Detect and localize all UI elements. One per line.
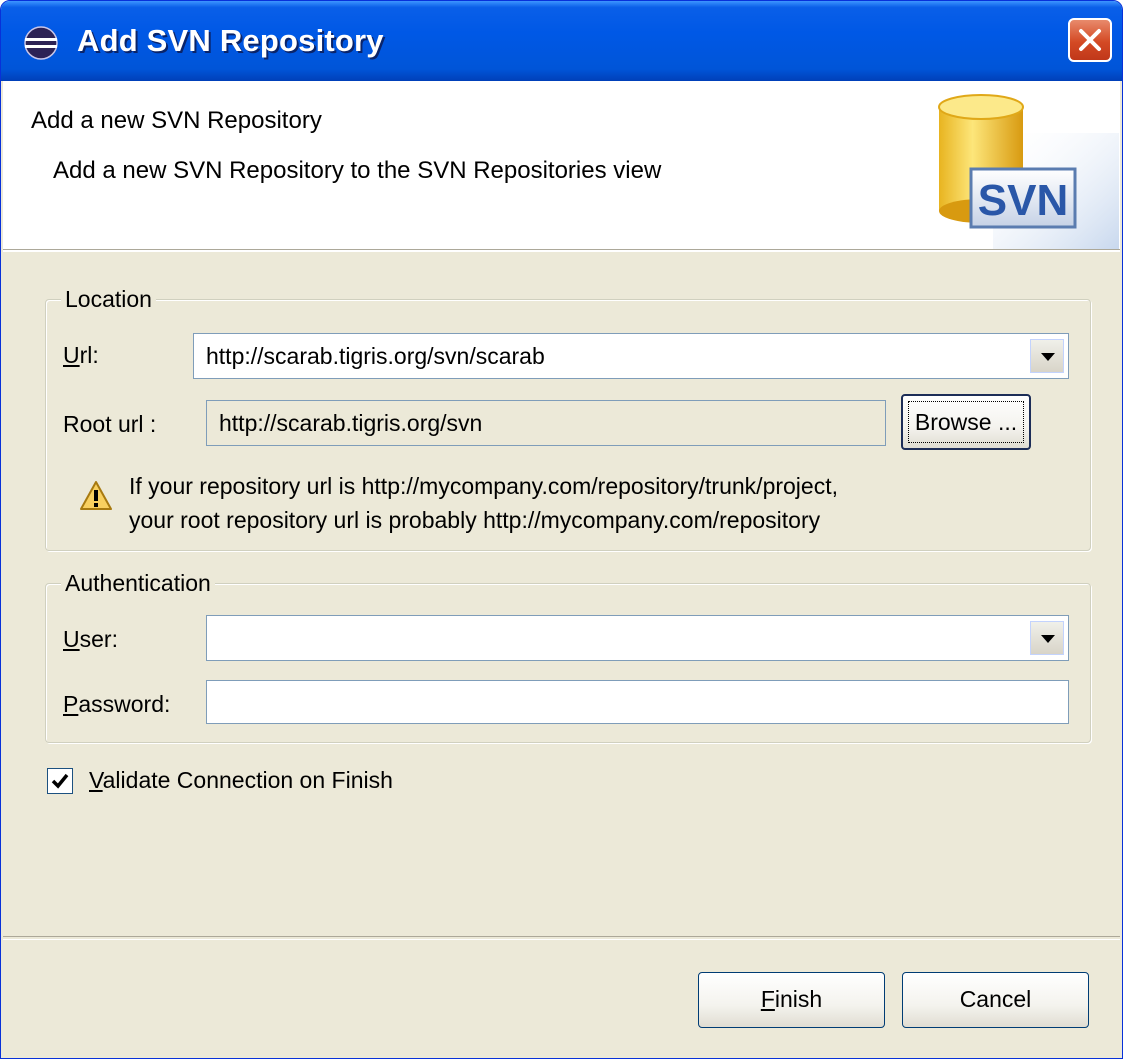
authentication-group-label: Authentication: [61, 570, 215, 597]
password-label: Password:: [63, 691, 171, 717]
user-dropdown-button[interactable]: [1030, 621, 1064, 655]
warning-line-2: your root repository url is probably htt…: [129, 507, 821, 533]
eclipse-icon: [23, 25, 59, 61]
finish-button-label: Finish: [760, 986, 823, 1012]
warning-message: If your repository url is http://mycompa…: [129, 469, 838, 537]
warning-line-1: If your repository url is http://mycompa…: [129, 473, 838, 499]
footer-separator: [3, 936, 1120, 940]
window-title: Add SVN Repository: [77, 23, 384, 58]
browse-button-label: Browse ...: [914, 409, 1018, 435]
root-url-label: Root url :: [63, 411, 157, 437]
cancel-button[interactable]: Cancel: [902, 972, 1089, 1028]
validate-connection-label[interactable]: Validate Connection on Finish: [89, 767, 393, 794]
svn-repository-icon: SVN: [933, 93, 1119, 249]
banner-separator: [3, 249, 1120, 252]
url-combo-input[interactable]: [193, 333, 1069, 379]
password-field[interactable]: [206, 680, 1069, 724]
title-bar[interactable]: Add SVN Repository: [1, 1, 1122, 81]
user-label: User:: [63, 626, 118, 652]
finish-button[interactable]: Finish: [698, 972, 885, 1028]
url-label: Url:: [63, 342, 99, 368]
location-group-label: Location: [61, 286, 156, 313]
validate-connection-checkbox[interactable]: [47, 768, 73, 794]
cancel-button-label: Cancel: [959, 986, 1032, 1012]
url-dropdown-button[interactable]: [1030, 339, 1064, 373]
banner-title: Add a new SVN Repository: [31, 107, 322, 134]
banner-description: Add a new SVN Repository to the SVN Repo…: [53, 157, 662, 184]
close-button[interactable]: [1068, 18, 1112, 62]
root-url-field[interactable]: [206, 400, 886, 446]
user-combo-input[interactable]: [206, 615, 1069, 661]
svn-logo-text: SVN: [978, 176, 1068, 225]
add-svn-repository-dialog: Add SVN Repository Add a new SVN Reposit…: [0, 0, 1123, 1059]
warning-icon: [79, 479, 113, 513]
browse-button[interactable]: Browse ...: [901, 394, 1031, 450]
